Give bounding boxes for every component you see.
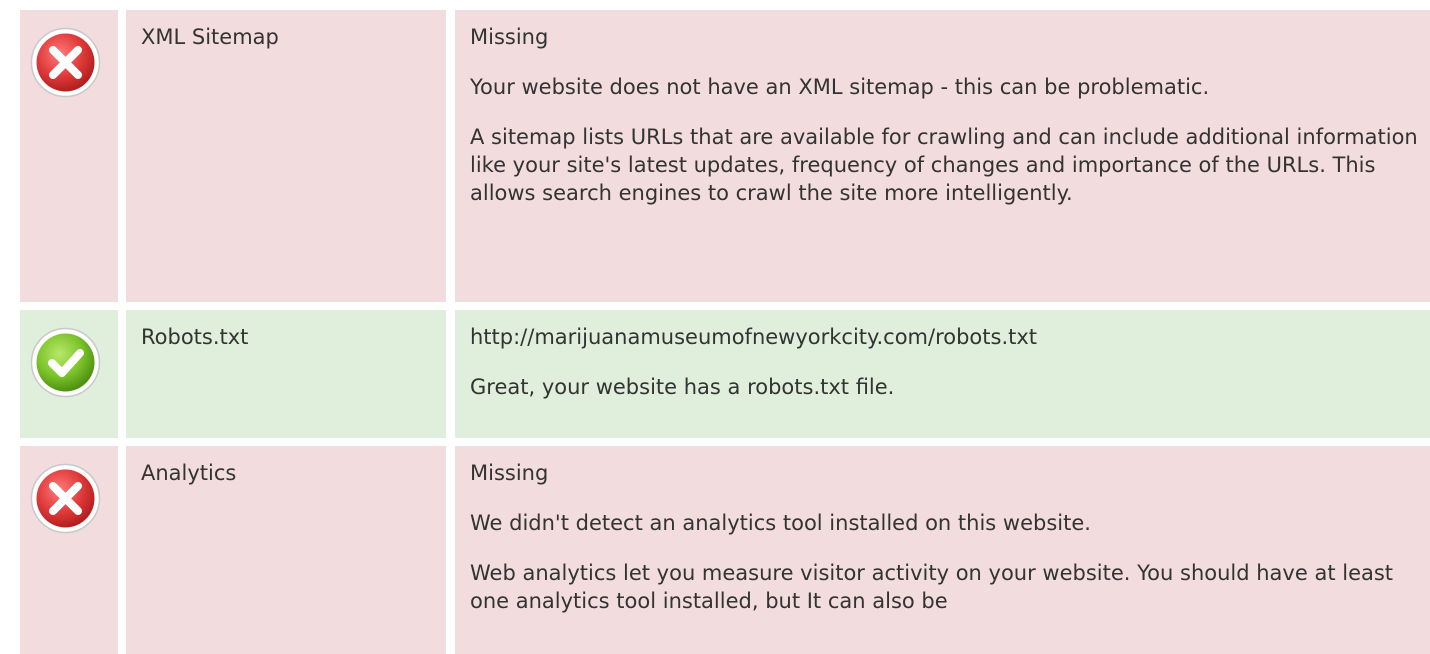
check-paragraph: Great, your website has a robots.txt fil… bbox=[470, 375, 895, 399]
check-detail-cell: Missing Your website does not have an XM… bbox=[455, 10, 1430, 302]
status-cell bbox=[20, 310, 118, 438]
check-row-xml-sitemap: XML Sitemap Missing Your website does no… bbox=[0, 10, 1430, 302]
check-row-analytics: Analytics Missing We didn't detect an an… bbox=[0, 446, 1430, 654]
seo-report: XML Sitemap Missing Your website does no… bbox=[0, 0, 1430, 654]
check-row-robots-txt: Robots.txt http://marijuanamuseumofnewyo… bbox=[0, 310, 1430, 438]
check-name: Analytics bbox=[141, 461, 237, 485]
check-name: Robots.txt bbox=[141, 325, 249, 349]
status-cell bbox=[20, 10, 118, 302]
check-name-cell: Robots.txt bbox=[126, 310, 446, 438]
status-cell bbox=[20, 446, 118, 654]
check-paragraph: A sitemap lists URLs that are available … bbox=[470, 125, 1418, 205]
check-paragraph: We didn't detect an analytics tool insta… bbox=[470, 511, 1091, 535]
check-name-cell: Analytics bbox=[126, 446, 446, 654]
check-value: Missing bbox=[470, 461, 549, 485]
error-x-icon bbox=[30, 27, 101, 98]
check-name-cell: XML Sitemap bbox=[126, 10, 446, 302]
robots-txt-url: http://marijuanamuseumofnewyorkcity.com/… bbox=[470, 325, 1038, 349]
check-name: XML Sitemap bbox=[141, 25, 279, 49]
check-paragraph: Web analytics let you measure visitor ac… bbox=[470, 561, 1394, 613]
check-detail-cell: Missing We didn't detect an analytics to… bbox=[455, 446, 1430, 654]
check-value: Missing bbox=[470, 25, 549, 49]
error-x-icon bbox=[30, 463, 101, 534]
success-check-icon bbox=[30, 327, 101, 398]
check-paragraph: Your website does not have an XML sitema… bbox=[470, 75, 1210, 99]
check-detail-cell: http://marijuanamuseumofnewyorkcity.com/… bbox=[455, 310, 1430, 438]
